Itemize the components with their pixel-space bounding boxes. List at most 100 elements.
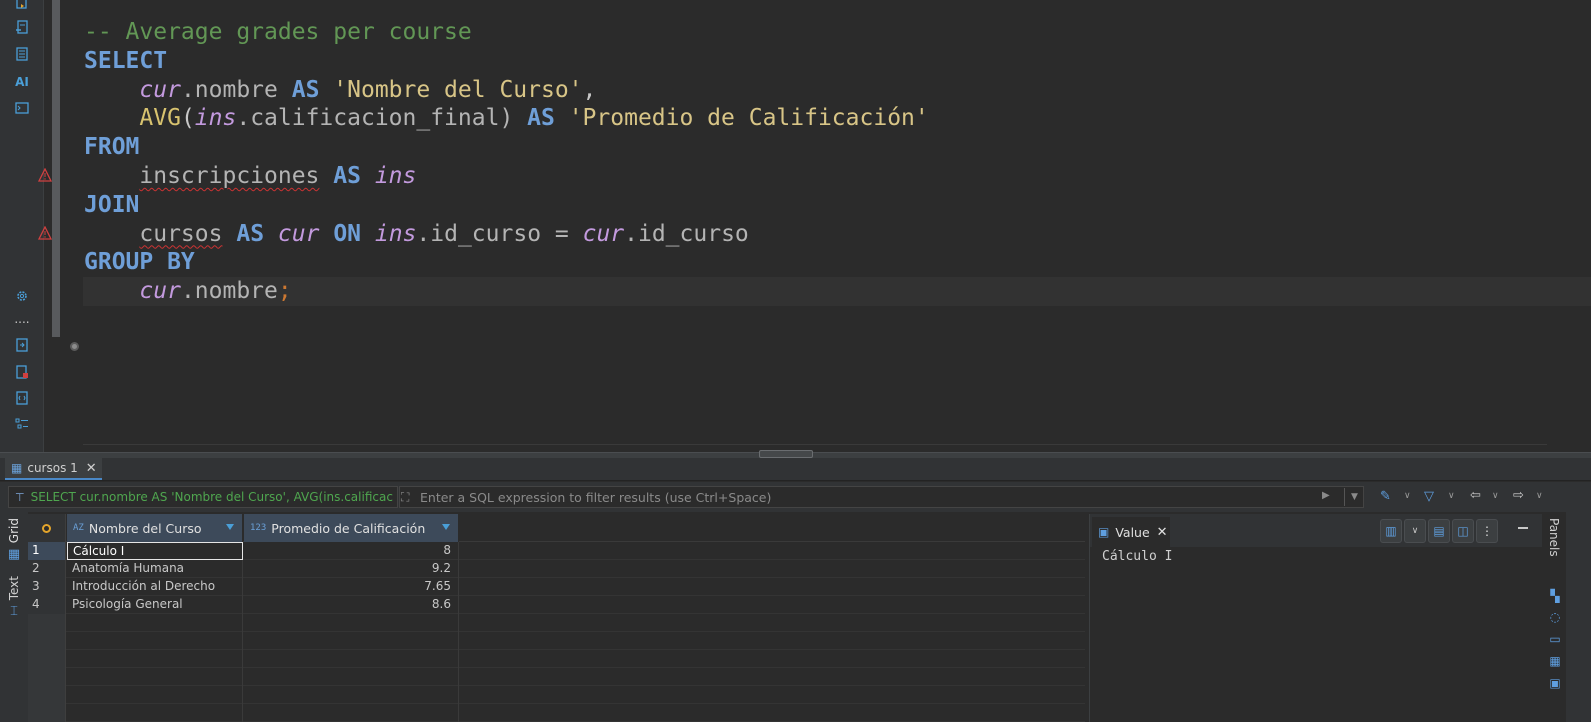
code-token: , [582,76,597,103]
code-line[interactable]: GROUP BY [84,248,929,277]
forward-icon[interactable]: ⇨ [1513,488,1524,503]
cell-promedio[interactable]: 9.2 [244,560,459,578]
error-log-icon[interactable] [14,364,30,380]
empty-row [28,650,1085,668]
value-panel-icon[interactable]: ▣ [1548,676,1562,690]
chevron-down-icon[interactable]: ∨ [1404,491,1411,501]
table-row[interactable]: 1 Cálculo I 8 [28,542,1085,560]
code-token: SELECT [84,47,168,74]
ai-assistant-icon[interactable]: AI [14,74,30,90]
empty-row [28,632,1085,650]
row-number[interactable]: 2 [28,560,66,578]
code-text[interactable]: -- Average grades per course SELECT cur.n… [84,18,929,306]
code-line[interactable]: SELECT [84,47,929,76]
code-token: .nombre [180,76,292,103]
code-token: JOIN [84,191,140,218]
chevron-down-icon[interactable]: ∨ [1448,491,1455,501]
query-preview[interactable]: ⊤ SELECT cur.nombre AS 'Nombre del Curso… [8,486,398,508]
sort-icon[interactable] [442,524,450,530]
row-number[interactable]: 3 [28,578,66,596]
metadata-panel-icon[interactable]: ▚ [1548,589,1562,603]
value-tab[interactable]: ▣ Value ✕ [1092,517,1170,547]
calc-panel-icon[interactable]: ▦ [1548,654,1562,668]
code-line[interactable]: inscripciones AS ins [84,162,929,191]
chevron-down-icon[interactable]: ∨ [1536,491,1543,501]
warning-icon[interactable] [38,226,52,240]
results-grid[interactable]: AZ Nombre del Curso 123 Promedio de Cali… [28,514,1085,722]
chevron-down-icon[interactable]: ∨ [1492,491,1499,501]
number-type-icon: 123 [250,523,267,533]
splitter-handle[interactable] [759,450,813,458]
code-token: ins [194,105,237,132]
sql-template-icon[interactable] [14,390,30,406]
code-token: cur [139,278,181,305]
code-token: ; [277,278,292,305]
filter-input[interactable] [399,486,1364,508]
table-row[interactable]: 2 Anatomía Humana 9.2 [28,560,1085,578]
select-all-corner[interactable] [28,514,66,542]
cell-nombre[interactable]: Introducción al Derecho [67,578,243,596]
save-icon[interactable]: ▤ [1428,519,1450,543]
table-row[interactable]: 4 Psicología General 8.6 [28,596,1085,614]
close-icon[interactable]: ✕ [86,461,97,476]
more-menu-icon[interactable]: ⋮ [1476,519,1498,543]
settings-icon[interactable] [14,288,30,304]
chevron-down-icon[interactable]: ∨ [1404,519,1426,543]
save-to-file-icon[interactable]: ◫ [1452,519,1474,543]
tab-grid[interactable]: Grid ▦ [3,518,25,562]
panels-label[interactable]: Panels [1547,518,1561,557]
apply-filter-icon[interactable]: ▶ [1322,490,1330,501]
code-token: -- Average grades per course [84,19,472,45]
row-number[interactable]: 4 [28,596,66,614]
table-row[interactable]: 3 Introducción al Derecho 7.65 [28,578,1085,596]
minimize-icon[interactable] [1518,527,1528,529]
results-tab[interactable]: ▦ cursos 1 ✕ [5,458,102,480]
run-script-icon[interactable] [14,0,30,10]
filter-icon[interactable]: ▽ [1424,489,1434,504]
cell-promedio[interactable]: 8.6 [244,596,459,614]
aggregate-panel-icon[interactable]: ▭ [1548,632,1562,646]
code-line[interactable]: cursos AS cur ON ins.id_curso = cur.id_c… [84,220,929,249]
chevron-down-icon[interactable]: ▼ [1344,488,1364,506]
text-icon: ⌶ [10,604,18,620]
cell-nombre[interactable]: Cálculo I [67,542,243,560]
code-line[interactable]: cur.nombre; [84,277,929,306]
tab-text[interactable]: Text ⌶ [3,576,25,619]
references-panel-icon[interactable]: ◌ [1548,610,1562,624]
export-icon[interactable] [14,337,30,353]
cell-promedio[interactable]: 7.65 [244,578,459,596]
code-line[interactable]: JOIN [84,191,929,220]
status-dot-icon [42,523,51,533]
explain-plan-icon[interactable] [14,19,30,35]
column-header-label: Promedio de Calificación [271,520,426,536]
back-icon[interactable]: ⇦ [1470,488,1481,503]
cell-promedio[interactable]: 8 [244,542,459,560]
expand-icon[interactable]: ⛶ [401,490,409,505]
row-number[interactable]: 1 [28,542,66,560]
eraser-icon[interactable]: ✎ [1380,489,1391,504]
column-header-promedio[interactable]: 123 Promedio de Calificación [244,514,459,542]
cell-nombre[interactable]: Psicología General [67,596,243,614]
sql-editor[interactable]: -- Average grades per course SELECT cur.n… [38,0,1591,458]
code-line[interactable]: cur.nombre AS 'Nombre del Curso', [84,76,929,105]
value-content[interactable]: Cálculo I [1102,549,1172,564]
terminal-icon[interactable] [14,100,30,116]
code-line[interactable]: AVG(ins.calificacion_final) AS 'Promedio… [84,104,928,133]
more-dots-icon[interactable]: .... [14,311,30,327]
value-tab-label: Value [1115,524,1150,540]
warning-icon[interactable] [38,168,52,182]
code-line[interactable]: -- Average grades per course [84,18,929,47]
close-icon[interactable]: ✕ [1157,525,1168,540]
column-header-nombre[interactable]: AZ Nombre del Curso [67,514,243,542]
fold-marker-icon[interactable] [70,342,79,351]
content-viewer-icon[interactable]: ▥ [1380,519,1402,543]
sql-script-icon[interactable] [14,46,30,62]
sort-icon[interactable] [226,524,234,530]
outline-icon[interactable] [14,416,30,432]
cell-nombre[interactable]: Anatomía Humana [67,560,243,578]
code-line[interactable]: FROM [84,133,929,162]
